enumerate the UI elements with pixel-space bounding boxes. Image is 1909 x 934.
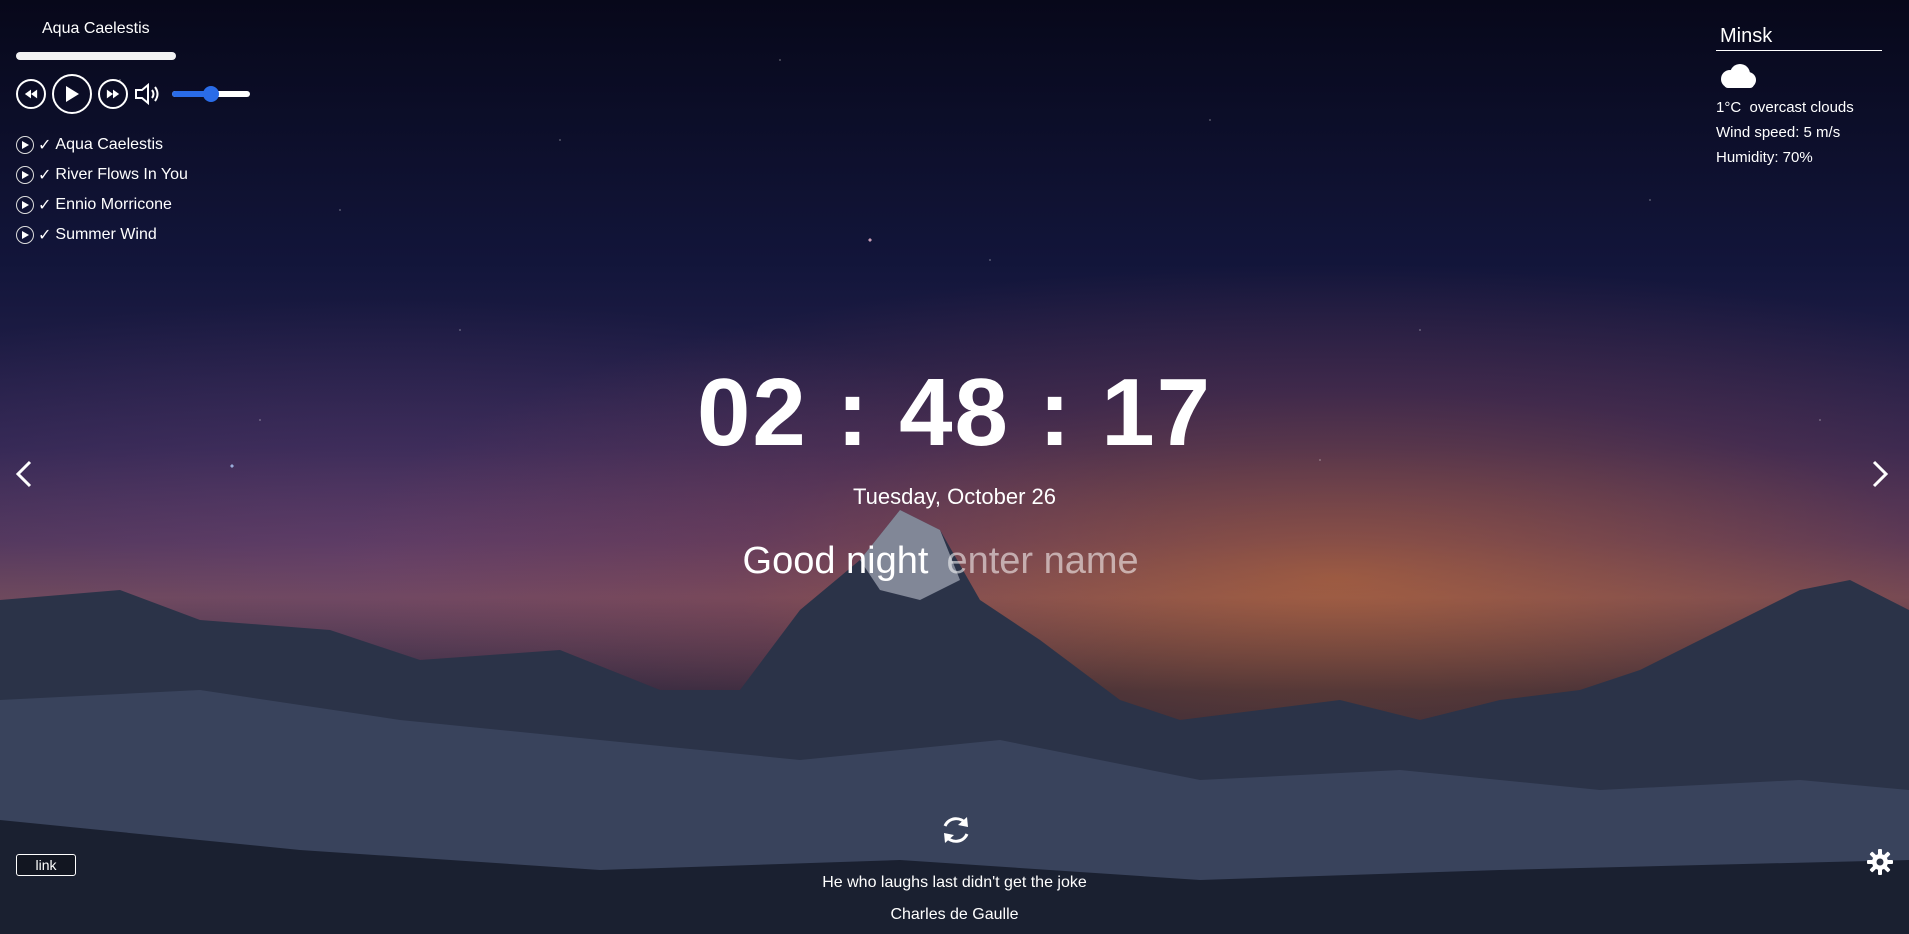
clock-date: Tuesday, October 26 <box>853 484 1056 509</box>
playlist-item-title: Aqua Caelestis <box>55 136 164 153</box>
weather-widget: Minsk 1°C overcast clouds Wind speed: 5 … <box>1716 22 1886 170</box>
audio-player: Aqua Caelestis ✓ Aqua Caelestis ✓ River Flo… <box>16 18 276 250</box>
check-icon: ✓ <box>38 197 52 214</box>
play-circle-icon[interactable] <box>16 226 34 244</box>
humidity: Humidity: 70% <box>1716 149 1813 166</box>
play-icon <box>66 86 79 102</box>
play-circle-icon[interactable] <box>16 196 34 214</box>
weather-description: overcast clouds <box>1749 99 1854 116</box>
refresh-icon <box>943 817 969 843</box>
volume-icon <box>135 82 159 106</box>
rewind-icon <box>24 89 38 99</box>
city-input[interactable]: Minsk <box>1716 22 1882 51</box>
play-circle-icon[interactable] <box>16 166 34 184</box>
play-circle-icon[interactable] <box>16 136 34 154</box>
playlist-item-title: Summer Wind <box>55 226 157 243</box>
cloud-icon <box>1716 63 1886 95</box>
check-icon: ✓ <box>38 167 52 184</box>
play-button[interactable] <box>52 74 92 114</box>
player-controls <box>16 74 276 114</box>
playlist-item[interactable]: ✓ Aqua Caelestis <box>16 130 276 160</box>
settings-button[interactable] <box>1866 848 1894 876</box>
clock-time: 02 : 48 : 17 <box>697 359 1212 466</box>
volume-thumb[interactable] <box>203 86 219 102</box>
check-icon: ✓ <box>38 227 52 244</box>
progress-bar[interactable] <box>16 52 176 60</box>
weather-temp-line: 1°C overcast clouds <box>1716 95 1886 120</box>
refresh-quote-button[interactable] <box>938 812 974 848</box>
volume-slider[interactable] <box>172 86 250 102</box>
volume-button[interactable] <box>134 81 164 107</box>
quote-text: He who laughs last didn't get the joke <box>822 874 1087 891</box>
rewind-button[interactable] <box>16 79 46 109</box>
playlist: ✓ Aqua Caelestis ✓ River Flows In You ✓ Ennio… <box>16 130 276 250</box>
greeting-text: Good night <box>742 540 929 582</box>
playlist-item-title: Ennio Morricone <box>55 196 172 213</box>
gear-icon <box>1867 849 1893 875</box>
check-icon: ✓ <box>38 137 52 154</box>
wind-speed: Wind speed: 5 m/s <box>1716 124 1841 141</box>
playlist-item[interactable]: ✓ Ennio Morricone <box>16 190 276 220</box>
now-playing-title: Aqua Caelestis <box>42 20 150 37</box>
name-input[interactable] <box>946 540 1167 583</box>
fast-forward-button[interactable] <box>98 79 128 109</box>
playlist-item[interactable]: ✓ Summer Wind <box>16 220 276 250</box>
temperature: 1°C <box>1716 99 1742 116</box>
fast-forward-icon <box>106 89 120 99</box>
link-button[interactable]: link <box>16 854 76 876</box>
playlist-item-title: River Flows In You <box>55 166 188 183</box>
quote-author: Charles de Gaulle <box>890 906 1019 923</box>
greeting: Good night <box>0 540 1909 583</box>
playlist-item[interactable]: ✓ River Flows In You <box>16 160 276 190</box>
